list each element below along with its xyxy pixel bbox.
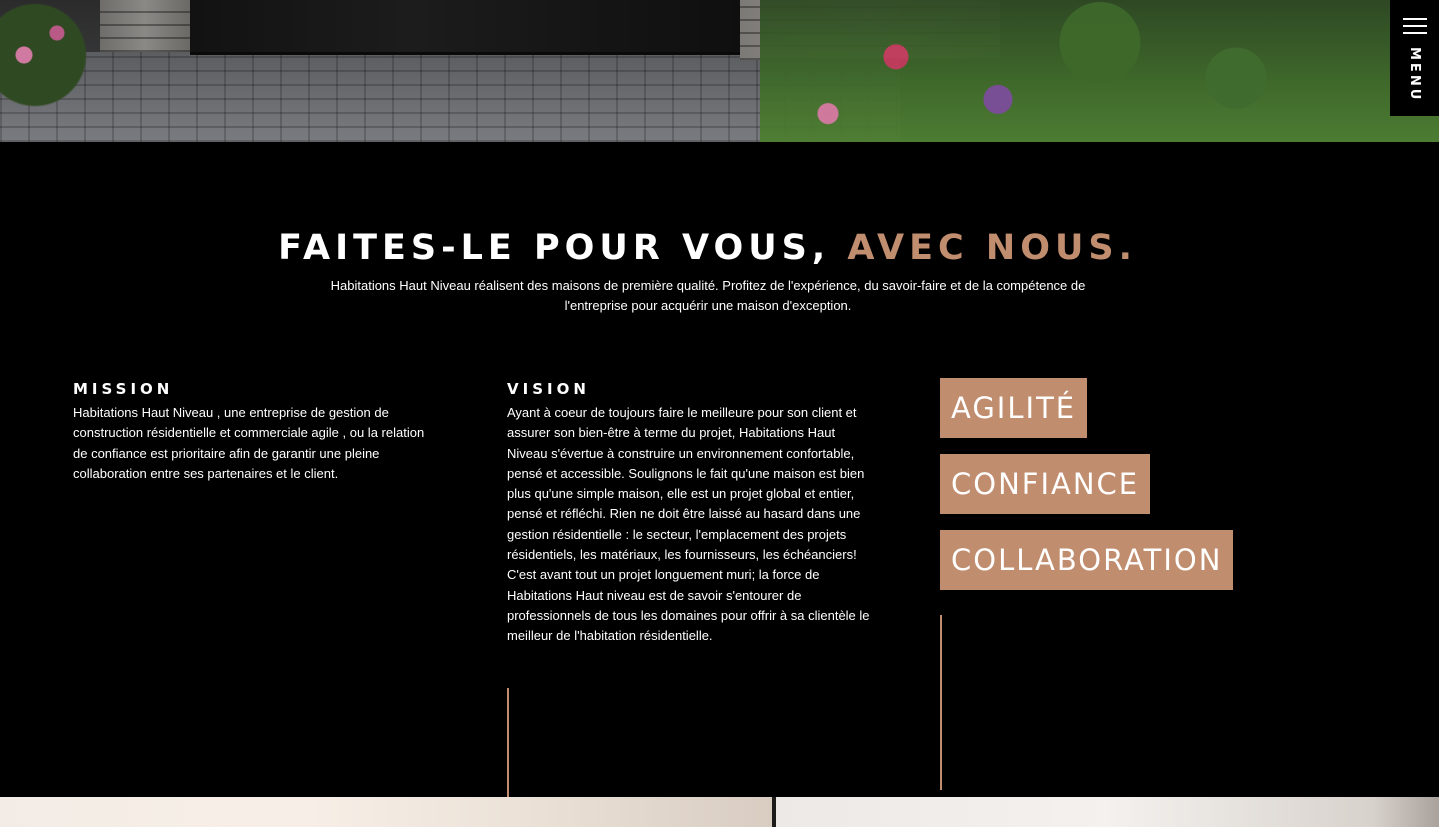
vision-divider-line	[507, 688, 509, 798]
value-tag-collaboration: COLLABORATION	[940, 530, 1234, 590]
intro-text: Habitations Haut Niveau réalisent des ma…	[330, 278, 1086, 313]
hero-garden	[760, 0, 1439, 142]
mission-title: MISSION	[73, 380, 174, 398]
mission-text: Habitations Haut Niveau , une entreprise…	[73, 405, 425, 481]
hamburger-icon	[1402, 18, 1427, 35]
hero-stone-wall-left	[100, 0, 190, 52]
hero-image	[0, 0, 1439, 142]
headline-main: FAITES-LE POUR VOUS,	[278, 228, 848, 268]
values-divider-line	[940, 615, 942, 790]
page-headline: FAITES-LE POUR VOUS, AVEC NOUS.	[0, 224, 1415, 272]
bottom-image-strip	[0, 797, 1439, 827]
value-tag-confiance: CONFIANCE	[940, 454, 1151, 514]
hero-garage-door	[190, 0, 740, 55]
bottom-image-left	[0, 797, 772, 827]
bottom-image-right	[776, 797, 1439, 827]
hero-shrub	[0, 0, 90, 110]
menu-button[interactable]: MENU	[1390, 0, 1439, 116]
headline-accent: AVEC NOUS.	[847, 228, 1137, 268]
vision-title: VISION	[507, 380, 590, 398]
value-tag-agilite: AGILITÉ	[940, 378, 1088, 438]
vision-text: Ayant à coeur de toujours faire le meill…	[507, 405, 870, 644]
menu-label: MENU	[1407, 47, 1422, 103]
